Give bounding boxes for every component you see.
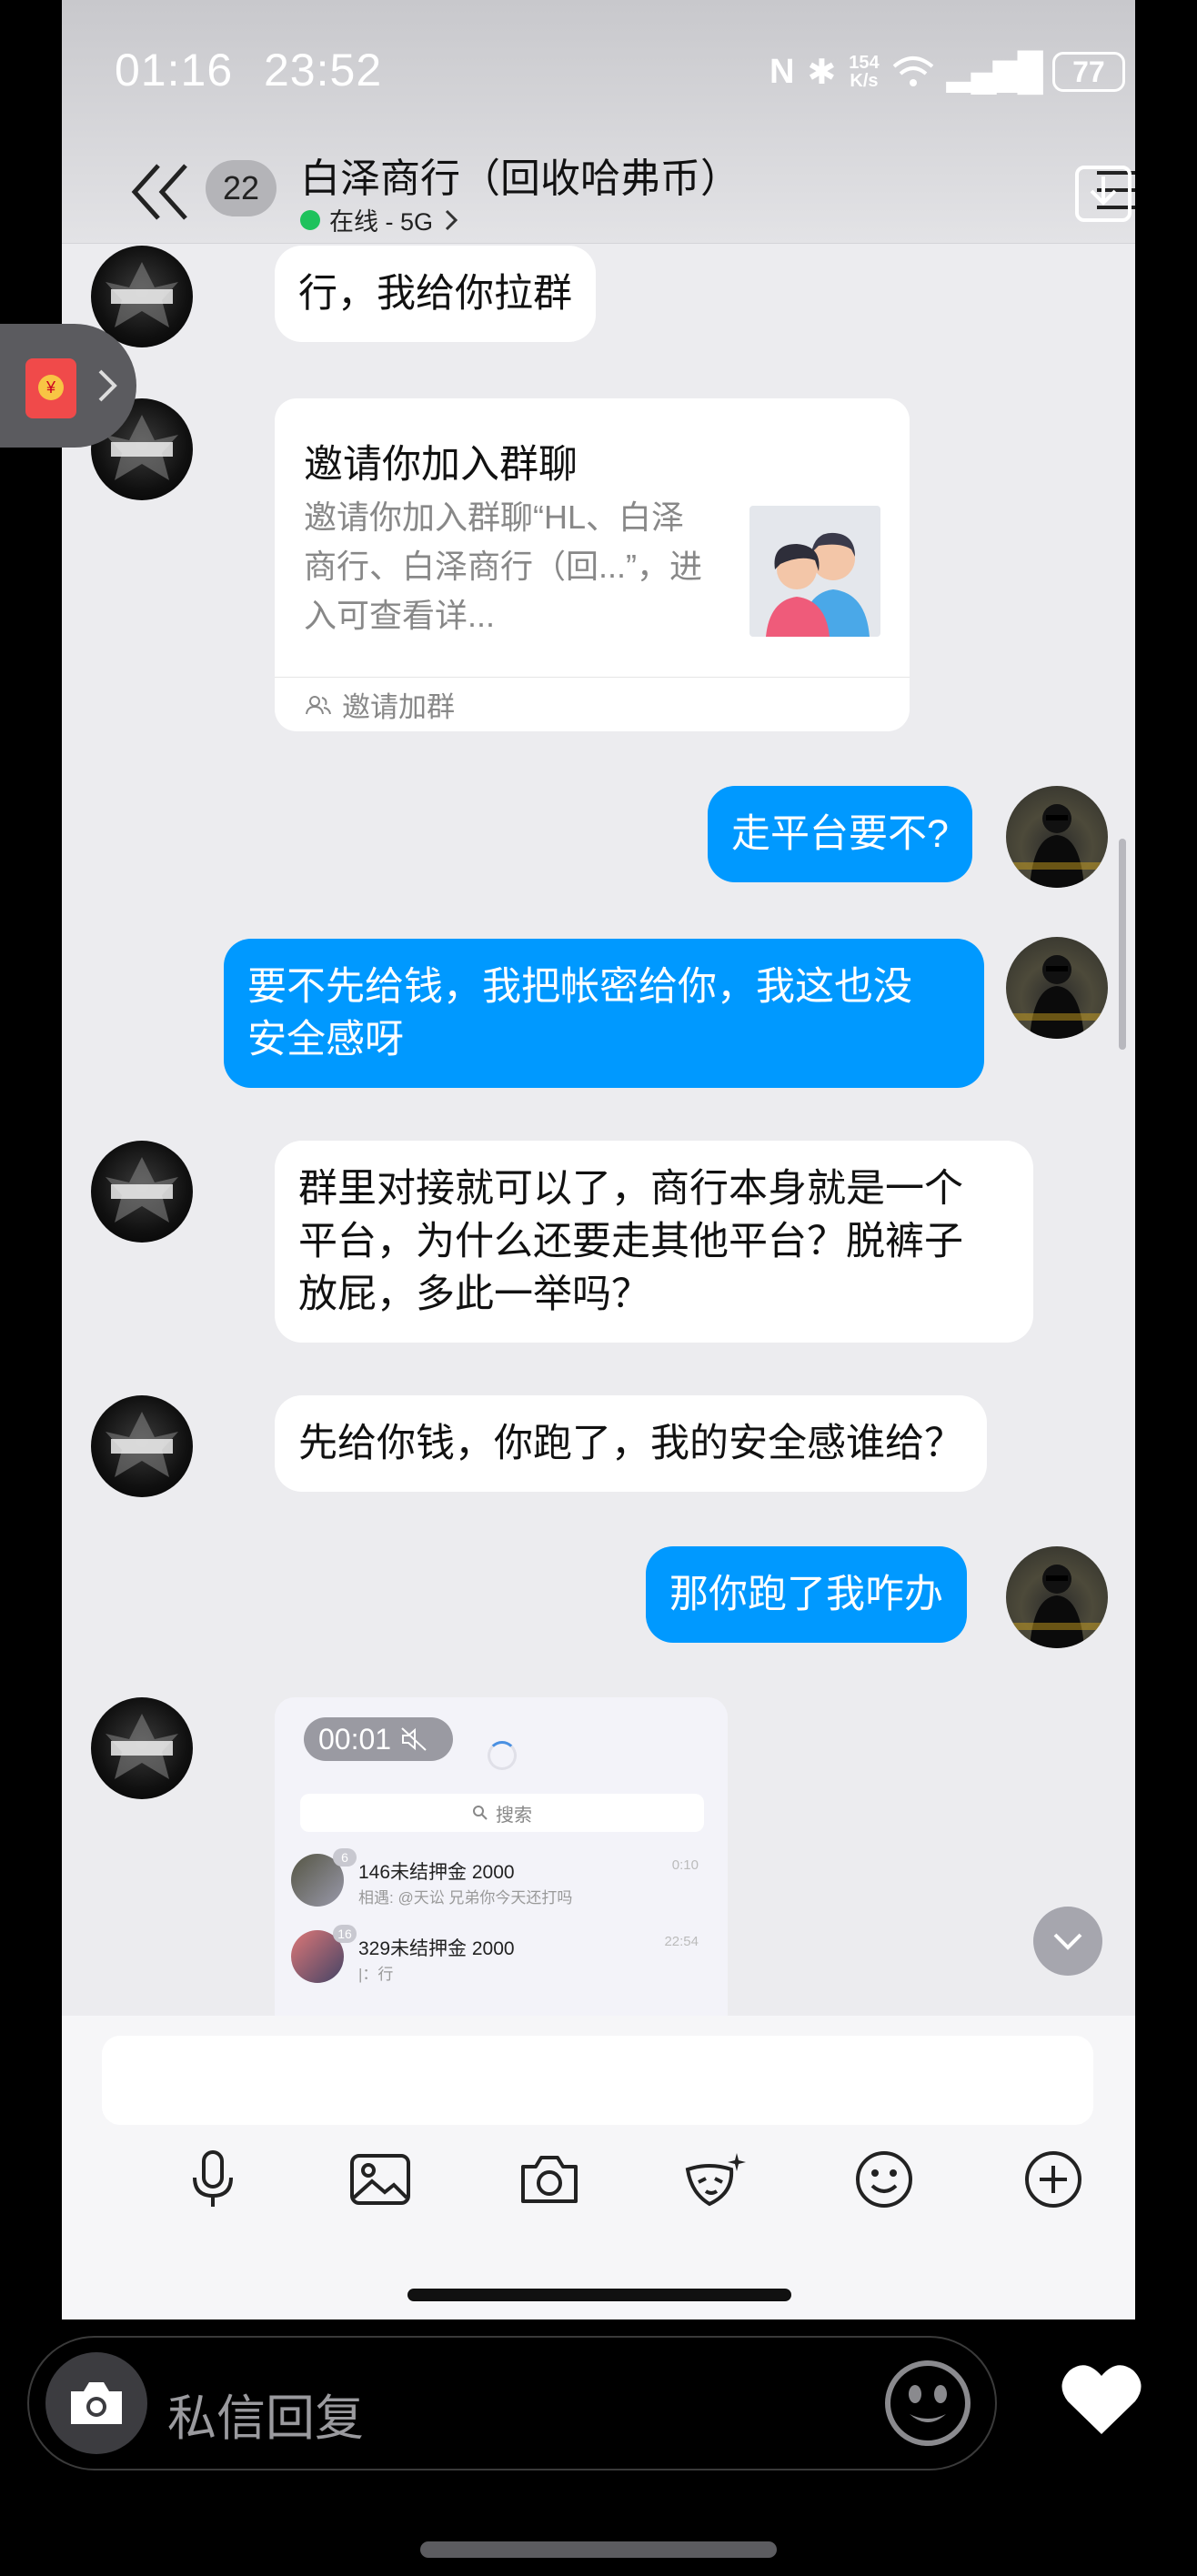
emoji-icon[interactable] (882, 2358, 973, 2449)
message-line: 放屁，多此一举吗？ (298, 1273, 650, 1316)
red-packet-float[interactable]: ¥ (0, 324, 136, 448)
message-line: 安全感呀 (247, 1018, 404, 1062)
avatar[interactable] (91, 1395, 193, 1497)
message-bubble[interactable]: 群里对接就可以了，商行本身就是一个 平台，为什么还要走其他平台？脱裤子 放屁，多… (275, 1141, 1033, 1343)
scrollbar[interactable] (1119, 839, 1126, 1050)
list-item-time: 0:10 (671, 1857, 699, 1873)
video-message[interactable]: 00:01 搜索 6 146未结押金 2000 相遇: @天讼 兄弟你今天还打吗… (275, 1697, 728, 2027)
download-icon[interactable] (1073, 164, 1133, 224)
message-bubble[interactable]: 行，我给你拉群 (275, 246, 596, 342)
net-speed-value: 154 (849, 53, 880, 73)
reply-input[interactable]: 私信回复 (167, 2378, 364, 2450)
inner-clock: 23:52 (264, 45, 383, 96)
home-indicator (420, 2541, 777, 2558)
video-duration-text: 00:01 (318, 1722, 392, 1756)
chat-screenshot: 01:16 23:52 22 白泽商行（回收哈弗币） 在线 - 5G 行，我给你… (62, 0, 1135, 2319)
avatar[interactable] (91, 1697, 193, 1799)
emoji-button[interactable] (848, 2143, 920, 2216)
image-icon (350, 2154, 410, 2205)
chevron-right-icon (445, 209, 458, 230)
signal-icon: ▂▄▆█ (946, 52, 1043, 92)
camera-icon (71, 2382, 122, 2424)
scroll-to-bottom-button[interactable] (1033, 1907, 1102, 1976)
video-search-label: 搜索 (496, 1805, 532, 1826)
mic-icon (193, 2150, 233, 2207)
chevron-right-icon (98, 369, 117, 402)
group-invite-card[interactable]: 邀请你加入群聊 邀请你加入群聊“HL、白泽商行、白泽商行（回...”，进入可查看… (275, 398, 910, 731)
heart-icon[interactable] (1061, 2361, 1142, 2438)
list-item-preview: |：行 (358, 1966, 394, 1983)
net-speed: 154 K/s (849, 54, 879, 90)
reply-camera-button[interactable] (45, 2352, 147, 2454)
camera-icon (521, 2156, 578, 2203)
loading-spinner-icon (488, 1741, 517, 1770)
online-status-text: 在线 - 5G (329, 208, 434, 236)
list-item-time: 22:54 (664, 1934, 699, 1949)
reply-box[interactable]: 私信回复 (27, 2336, 997, 2470)
message-input[interactable] (102, 2036, 1093, 2125)
self-avatar[interactable] (1006, 1546, 1108, 1648)
plus-icon (1025, 2151, 1081, 2208)
voice-button[interactable] (176, 2143, 249, 2216)
image-button[interactable] (344, 2143, 417, 2216)
count-badge: 16 (333, 1925, 357, 1943)
message-line: 要不先给钱，我把帐密给你，我这也没 (247, 965, 912, 1009)
unread-count-badge[interactable]: 22 (206, 160, 277, 216)
invite-footer-label: 邀请加群 (342, 691, 455, 723)
wifi-icon (892, 56, 933, 86)
chat-header: 01:16 23:52 22 白泽商行（回收哈弗币） 在线 - 5G (62, 0, 1135, 244)
list-item-title: 146未结押金 2000 (358, 1862, 515, 1883)
self-avatar[interactable] (1006, 786, 1108, 888)
magic-button[interactable] (679, 2143, 751, 2216)
online-status[interactable]: 在线 - 5G (300, 202, 460, 237)
chat-title: 白泽商行（回收哈弗币） (300, 156, 740, 201)
magic-icon (685, 2153, 746, 2207)
back-chevron-icon[interactable] (127, 160, 200, 224)
net-speed-unit: K/s (850, 71, 879, 91)
avatar[interactable] (91, 1141, 193, 1243)
list-item-title: 329未结押金 2000 (358, 1938, 515, 1959)
invite-footer: 邀请加群 (275, 677, 910, 731)
online-dot-icon (300, 209, 320, 230)
status-icons: N ✱ 154 K/s ▂▄▆█ 77 (770, 47, 1125, 96)
self-avatar[interactable] (1006, 937, 1108, 1039)
list-item-preview: 相遇: @天讼 兄弟你今天还打吗 (358, 1889, 573, 1907)
chevron-down-icon (1053, 1933, 1082, 1950)
count-badge: 6 (333, 1848, 357, 1867)
list-item: 6 146未结押金 2000 相遇: @天讼 兄弟你今天还打吗 0:10 (291, 1848, 719, 1917)
battery-icon: 77 (1051, 52, 1125, 92)
home-indicator (407, 2289, 791, 2301)
message-bubble[interactable]: 那你跑了我咋办 (646, 1546, 967, 1643)
list-item: 16 329未结押金 2000 |：行 22:54 (291, 1925, 719, 1994)
outer-clock: 01:16 (115, 45, 234, 96)
bluetooth-icon: ✱ (807, 53, 837, 92)
muted-icon (401, 1727, 427, 1751)
group-avatar-icon (749, 506, 880, 637)
nfc-icon: N (770, 52, 795, 91)
message-line: 平台，为什么还要走其他平台？脱裤子 (298, 1220, 963, 1263)
more-button[interactable] (1017, 2143, 1090, 2216)
emoji-icon (856, 2151, 912, 2208)
camera-button[interactable] (513, 2143, 586, 2216)
message-bubble[interactable]: 走平台要不? (708, 786, 972, 882)
red-packet-icon: ¥ (25, 358, 76, 418)
invite-title: 邀请你加入群聊 (304, 443, 578, 487)
message-line: 群里对接就可以了，商行本身就是一个 (298, 1167, 963, 1211)
video-duration: 00:01 (304, 1717, 453, 1761)
search-icon (473, 1806, 488, 1820)
input-area (62, 2016, 1135, 2319)
video-search-bar: 搜索 (300, 1794, 704, 1832)
message-bubble[interactable]: 先给你钱，你跑了，我的安全感谁给？ (275, 1395, 987, 1492)
people-icon (306, 695, 331, 714)
invite-description: 邀请你加入群聊“HL、白泽商行、白泽商行（回...”，进入可查看详... (304, 498, 702, 634)
message-bubble[interactable]: 要不先给钱，我把帐密给你，我这也没 安全感呀 (224, 939, 984, 1088)
